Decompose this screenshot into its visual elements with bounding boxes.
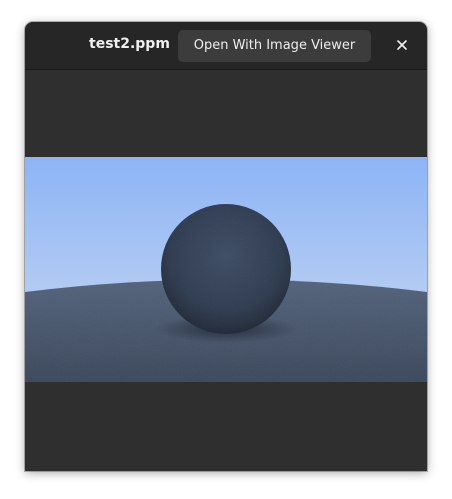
close-button[interactable] (391, 34, 413, 56)
rendered-image (25, 157, 427, 382)
image-preview-window: test2.ppm Open With Image Viewer (25, 22, 427, 471)
open-with-image-viewer-button[interactable]: Open With Image Viewer (178, 30, 371, 62)
close-icon (397, 40, 407, 50)
header-bar: test2.ppm Open With Image Viewer (25, 22, 427, 70)
window-title: test2.ppm (89, 36, 170, 52)
image-viewport (25, 70, 427, 471)
